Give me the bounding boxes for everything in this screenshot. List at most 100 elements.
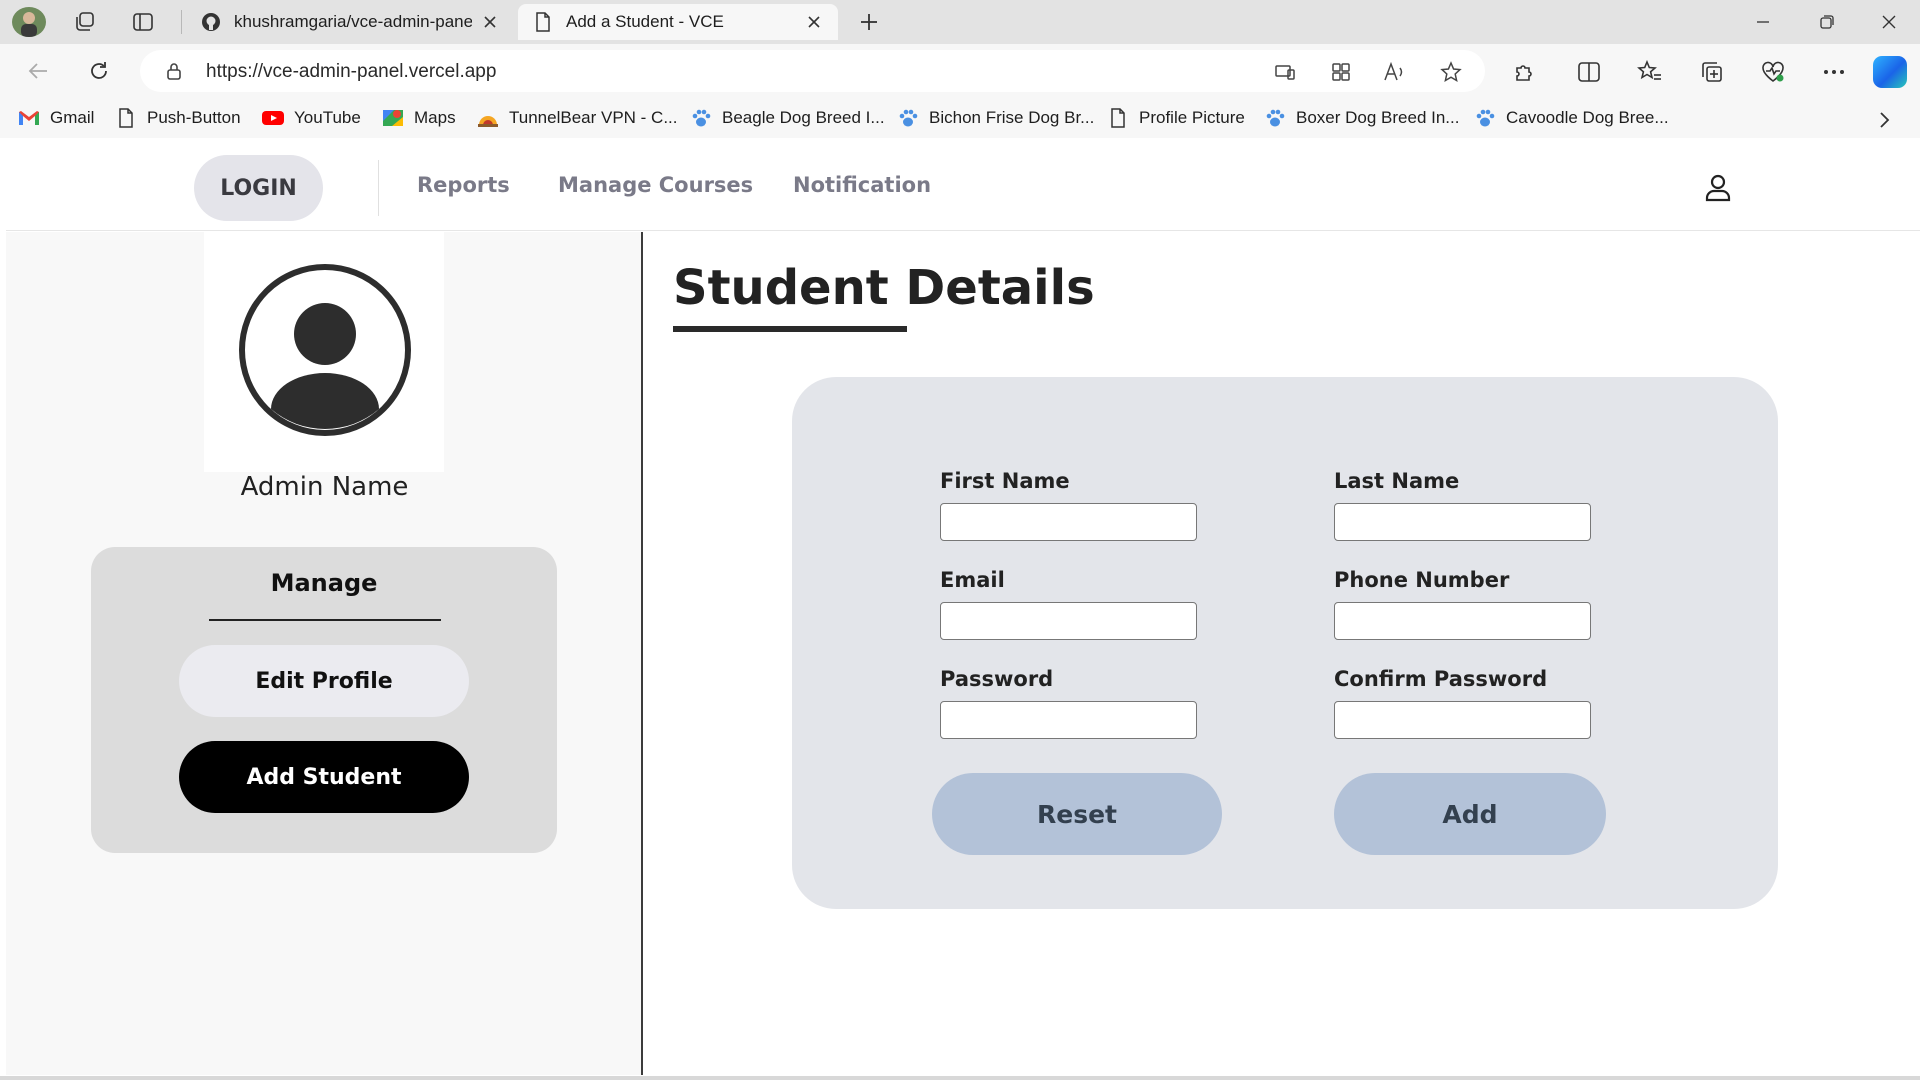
bookmark-gmail[interactable]: Gmail <box>18 106 94 130</box>
bookmark-youtube[interactable]: YouTube <box>262 106 361 130</box>
tab-title: Add a Student - VCE <box>566 12 724 31</box>
bookmark-cavoodle[interactable]: Cavoodle Dog Bree... <box>1474 106 1669 130</box>
nav-manage-courses[interactable]: Manage Courses <box>558 173 753 197</box>
chevron-right-icon[interactable] <box>1872 108 1896 132</box>
restore-icon[interactable] <box>1812 10 1842 34</box>
password-field[interactable] <box>940 701 1197 739</box>
reset-button[interactable]: Reset <box>932 773 1222 855</box>
new-tab-button[interactable] <box>854 9 884 35</box>
avatar <box>204 232 444 472</box>
youtube-icon <box>262 107 284 129</box>
email-field[interactable] <box>940 602 1197 640</box>
bookmark-label: Boxer Dog Breed In... <box>1296 108 1460 127</box>
close-icon[interactable] <box>480 12 500 32</box>
bookmark-label: Bichon Frise Dog Br... <box>929 108 1095 127</box>
close-icon[interactable] <box>804 12 824 32</box>
tab-add-student[interactable]: Add a Student - VCE <box>518 4 838 40</box>
url-field[interactable]: https://vce-admin-panel.vercel.app <box>140 50 1485 92</box>
title-underline <box>673 326 907 332</box>
phone-number-label: Phone Number <box>1334 568 1510 592</box>
page-icon <box>1107 107 1129 129</box>
first-name-field[interactable] <box>940 503 1197 541</box>
favorites-icon[interactable] <box>1636 58 1664 86</box>
edit-profile-button[interactable]: Edit Profile <box>179 645 469 717</box>
manage-panel: Manage Edit Profile Add Student <box>91 547 557 853</box>
manage-title: Manage <box>270 569 378 597</box>
login-button[interactable]: LOGIN <box>194 155 323 221</box>
first-name-label: First Name <box>940 469 1070 493</box>
bookmark-profile-picture[interactable]: Profile Picture <box>1107 106 1245 130</box>
add-student-button[interactable]: Add Student <box>179 741 469 813</box>
tab-title: khushramgaria/vce-admin-panel <box>234 12 472 31</box>
tunnelbear-icon <box>477 107 499 129</box>
close-window-icon[interactable] <box>1874 10 1904 34</box>
last-name-field[interactable] <box>1334 503 1591 541</box>
profile-avatar[interactable] <box>12 7 46 37</box>
bookmark-tunnelbear[interactable]: TunnelBear VPN - C... <box>477 106 678 130</box>
tab-separator <box>181 10 182 34</box>
bookmark-label: TunnelBear VPN - C... <box>509 108 678 127</box>
app-available-icon[interactable] <box>1272 59 1298 85</box>
page-icon <box>115 107 137 129</box>
password-label: Password <box>940 667 1054 691</box>
gmail-icon <box>18 107 40 129</box>
paw-icon <box>1264 107 1286 129</box>
top-navigation: LOGIN Reports Manage Courses Notificatio… <box>6 143 1920 231</box>
lock-icon[interactable] <box>164 61 184 81</box>
paw-icon <box>1474 107 1496 129</box>
bookmark-boxer[interactable]: Boxer Dog Breed In... <box>1264 106 1459 130</box>
extensions-puzzle-icon[interactable] <box>1510 58 1538 86</box>
bookmark-label: Push-Button <box>147 108 241 127</box>
nav-divider <box>378 160 379 216</box>
bookmark-maps[interactable]: Maps <box>382 106 456 130</box>
github-icon <box>200 11 222 33</box>
manage-divider <box>209 619 441 621</box>
confirm-password-label: Confirm Password <box>1334 667 1548 691</box>
back-arrow-icon[interactable] <box>24 57 52 85</box>
collections-icon[interactable] <box>1698 58 1726 86</box>
bookmark-bichon[interactable]: Bichon Frise Dog Br... <box>897 106 1094 130</box>
page-title: Student Details <box>673 260 1095 316</box>
more-options-icon[interactable] <box>1820 58 1848 86</box>
bookmark-beagle[interactable]: Beagle Dog Breed I... <box>690 106 885 130</box>
nav-reports[interactable]: Reports <box>417 173 510 197</box>
paw-icon <box>690 107 712 129</box>
bookmark-label: Profile Picture <box>1139 108 1245 127</box>
vertical-tabs-icon[interactable] <box>130 10 156 34</box>
browser-tab-bar: khushramgaria/vce-admin-panel Add a Stud… <box>0 0 1920 44</box>
tab-github[interactable]: khushramgaria/vce-admin-panel <box>186 4 514 40</box>
nav-notification[interactable]: Notification <box>793 173 931 197</box>
extension-grid-icon[interactable] <box>1328 59 1354 85</box>
read-aloud-icon[interactable] <box>1382 59 1408 85</box>
phone-number-field[interactable] <box>1334 602 1591 640</box>
paw-icon <box>897 107 919 129</box>
bookmark-label: Cavoodle Dog Bree... <box>1506 108 1669 127</box>
copilot-icon[interactable] <box>1873 56 1907 88</box>
main-content: Student Details First Name Last Name Ema… <box>645 232 1920 1075</box>
refresh-icon[interactable] <box>85 57 113 85</box>
user-icon[interactable] <box>1703 173 1733 203</box>
last-name-label: Last Name <box>1334 469 1460 493</box>
window-bottom-edge <box>0 1076 1920 1080</box>
url-text: https://vce-admin-panel.vercel.app <box>206 61 497 82</box>
email-label: Email <box>940 568 1005 592</box>
bookmark-label: Beagle Dog Breed I... <box>722 108 885 127</box>
sidebar: Admin Name Manage Edit Profile Add Stude… <box>6 232 643 1075</box>
bookmark-push-button[interactable]: Push-Button <box>115 106 241 130</box>
bookmark-label: Maps <box>414 108 456 127</box>
admin-name: Admin Name <box>240 472 409 502</box>
page-viewport: LOGIN Reports Manage Courses Notificatio… <box>6 143 1920 1075</box>
workspaces-icon[interactable] <box>72 10 98 34</box>
favorite-star-icon[interactable] <box>1438 59 1464 85</box>
bookmark-label: YouTube <box>294 108 361 127</box>
student-form: First Name Last Name Email Phone Number … <box>792 377 1778 909</box>
page-icon <box>532 11 554 33</box>
maps-icon <box>382 107 404 129</box>
browser-essentials-icon[interactable] <box>1759 58 1787 86</box>
minimize-icon[interactable] <box>1748 10 1778 34</box>
confirm-password-field[interactable] <box>1334 701 1591 739</box>
add-button[interactable]: Add <box>1334 773 1606 855</box>
split-screen-icon[interactable] <box>1575 58 1603 86</box>
bookmark-label: Gmail <box>50 108 95 127</box>
user-circle-icon <box>239 264 411 436</box>
